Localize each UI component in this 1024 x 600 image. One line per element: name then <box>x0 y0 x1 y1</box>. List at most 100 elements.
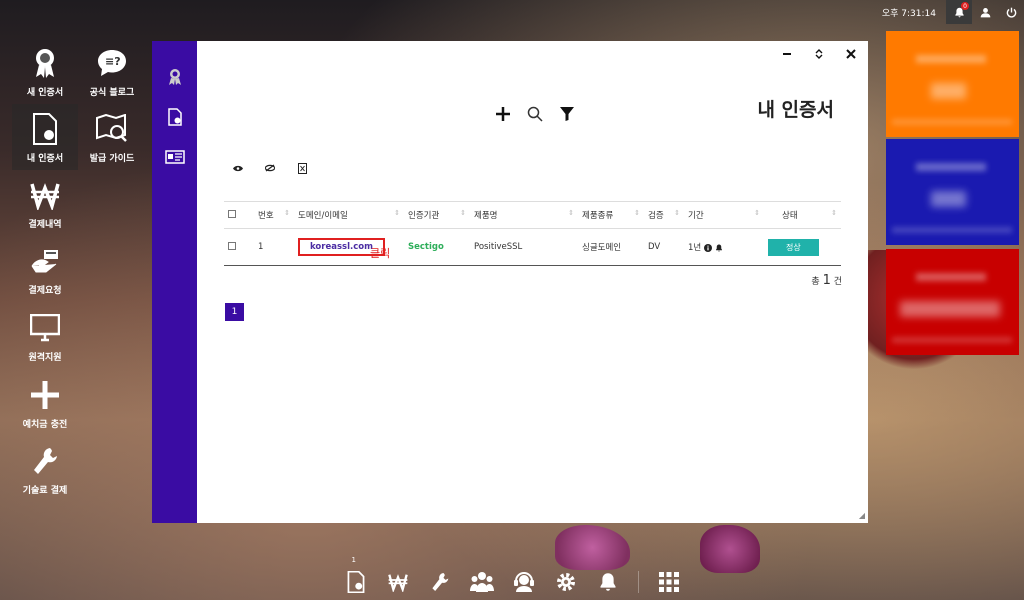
column-header[interactable]: 상태 ⇕ <box>764 201 841 229</box>
search-icon <box>527 106 543 122</box>
user-button[interactable] <box>972 0 998 24</box>
desktop-icon-label: 내 인증서 <box>26 153 64 164</box>
select-all-checkbox[interactable] <box>228 209 236 218</box>
column-header[interactable]: 기간 ⇕ <box>684 201 764 229</box>
desktop-icon-label: 원격지원 <box>28 352 62 363</box>
column-header[interactable]: 제품명 ⇕ <box>470 201 578 229</box>
clock: 오후 7:31:14 <box>881 8 936 19</box>
window-sidebar <box>152 41 197 523</box>
filter-icon <box>560 107 574 121</box>
column-toggles <box>232 161 308 175</box>
column-header[interactable]: 제품종류 ⇕ <box>578 201 644 229</box>
sidebar-award-button[interactable] <box>165 67 185 87</box>
pagination-page-button[interactable]: 1 <box>225 303 244 321</box>
desktop-icon-blog[interactable]: ≡? 공식 블로그 <box>79 38 145 104</box>
users-icon <box>469 572 494 592</box>
show-columns-button[interactable] <box>232 161 244 175</box>
row-select-cell <box>224 228 254 266</box>
plus-icon <box>496 107 510 121</box>
taskbar-tools-button[interactable] <box>428 570 452 594</box>
power-button[interactable] <box>998 0 1024 24</box>
toolbar <box>494 105 576 123</box>
certificate-icon <box>347 571 364 593</box>
gear-icon <box>556 573 575 591</box>
excel-export-button[interactable] <box>296 161 308 175</box>
taskbar-notifications-button[interactable] <box>596 570 620 594</box>
desktop-icon-my-cert[interactable]: 내 인증서 <box>12 104 78 170</box>
certificate-icon <box>27 111 63 147</box>
desktop-icon-guide[interactable]: 발급 가이드 <box>79 104 145 170</box>
my-certificates-window: 내 인증서 번호 ⇕ 도메인/이메일 ⇕ 인증기관 ⇕ 제품명 ⇕ 제품종류 ⇕… <box>152 41 868 523</box>
expand-icon <box>815 49 823 59</box>
wrench-icon <box>431 573 448 591</box>
row-number: 1 <box>254 228 294 266</box>
id-card-icon <box>164 150 185 164</box>
restore-button[interactable] <box>812 47 826 61</box>
widget-tile-red[interactable] <box>886 249 1019 355</box>
widget-tile-blue[interactable] <box>886 139 1019 245</box>
status-cell: 정상 <box>764 228 841 266</box>
monitor-icon <box>27 310 63 346</box>
taskbar-support-button[interactable] <box>512 570 536 594</box>
award-icon <box>27 45 63 81</box>
resize-handle[interactable]: ◢ <box>859 511 865 520</box>
taskbar-settings-button[interactable] <box>554 570 578 594</box>
desktop-icon-label: 예치금 충전 <box>22 419 68 430</box>
desktop-icon-deposit[interactable]: 예치금 충전 <box>12 370 78 436</box>
info-icon[interactable] <box>703 243 712 252</box>
desktop-icon-tech-fee[interactable]: 기술료 결제 <box>12 436 78 502</box>
desktop-icon-remote-support[interactable]: 원격지원 <box>12 303 78 369</box>
sidebar-certificate-button[interactable] <box>165 107 185 127</box>
sort-icon: ⇕ <box>674 209 680 217</box>
minimize-button[interactable] <box>780 47 794 61</box>
award-icon <box>168 69 181 85</box>
add-button[interactable] <box>494 105 512 123</box>
search-button[interactable] <box>526 105 544 123</box>
bell-icon[interactable] <box>715 244 723 252</box>
column-header[interactable]: 번호 ⇕ <box>254 201 294 229</box>
window-controls <box>780 47 858 61</box>
desktop-icon-label: 공식 블로그 <box>89 87 135 98</box>
minimize-icon <box>783 53 791 55</box>
desktop-icon-payment-history[interactable]: 결제내역 <box>12 170 78 236</box>
widget-tile-orange[interactable] <box>886 31 1019 137</box>
hide-columns-button[interactable] <box>264 161 276 175</box>
taskbar-certificate-button[interactable]: 1 <box>344 556 368 594</box>
certificate-table: 번호 ⇕ 도메인/이메일 ⇕ 인증기관 ⇕ 제품명 ⇕ 제품종류 ⇕ 검증 ⇕ 기간 ⇕ 상태… <box>224 201 841 266</box>
bell-icon <box>600 573 615 591</box>
svg-text:≡?: ≡? <box>105 55 121 68</box>
desktop-icon-new-cert[interactable]: 새 인증서 <box>12 38 78 104</box>
sort-icon: ⇕ <box>634 209 640 217</box>
desktop-icon-label: 발급 가이드 <box>89 153 135 164</box>
excel-icon <box>297 162 307 174</box>
notification-button[interactable]: 0 <box>946 0 972 24</box>
sidebar-id-card-button[interactable] <box>164 147 185 167</box>
table-row[interactable]: 1 koreassl.com Sectigo PositiveSSL 싱글도메인… <box>224 228 841 266</box>
page-title: 내 인증서 <box>757 99 834 121</box>
close-button[interactable] <box>844 47 858 61</box>
payment-request-icon <box>27 243 63 279</box>
validation-cell: DV <box>644 228 684 266</box>
filter-button[interactable] <box>558 105 576 123</box>
taskbar-payment-button[interactable] <box>386 570 410 594</box>
row-checkbox[interactable] <box>228 241 236 250</box>
blog-icon: ≡? <box>94 45 130 81</box>
type-cell: 싱글도메인 <box>578 228 644 266</box>
close-icon <box>846 49 856 59</box>
power-icon <box>1006 7 1016 17</box>
map-guide-icon <box>94 111 130 147</box>
sort-icon: ⇕ <box>394 209 400 217</box>
column-header[interactable]: 도메인/이메일 ⇕ <box>294 201 404 229</box>
sort-icon: ⇕ <box>754 209 760 217</box>
headset-icon <box>513 572 534 592</box>
taskbar-users-button[interactable] <box>469 570 494 594</box>
desktop-icon-payment-request[interactable]: 결제요청 <box>12 236 78 302</box>
sort-icon: ⇕ <box>284 209 290 217</box>
status-badge[interactable]: 정상 <box>768 238 819 256</box>
grid-icon <box>658 572 679 592</box>
column-header[interactable]: 인증기관 ⇕ <box>404 201 470 229</box>
column-header[interactable]: 검증 ⇕ <box>644 201 684 229</box>
plus-icon <box>27 377 63 413</box>
desktop-icon-label: 결제요청 <box>28 285 62 296</box>
taskbar-apps-button[interactable] <box>657 570 681 594</box>
